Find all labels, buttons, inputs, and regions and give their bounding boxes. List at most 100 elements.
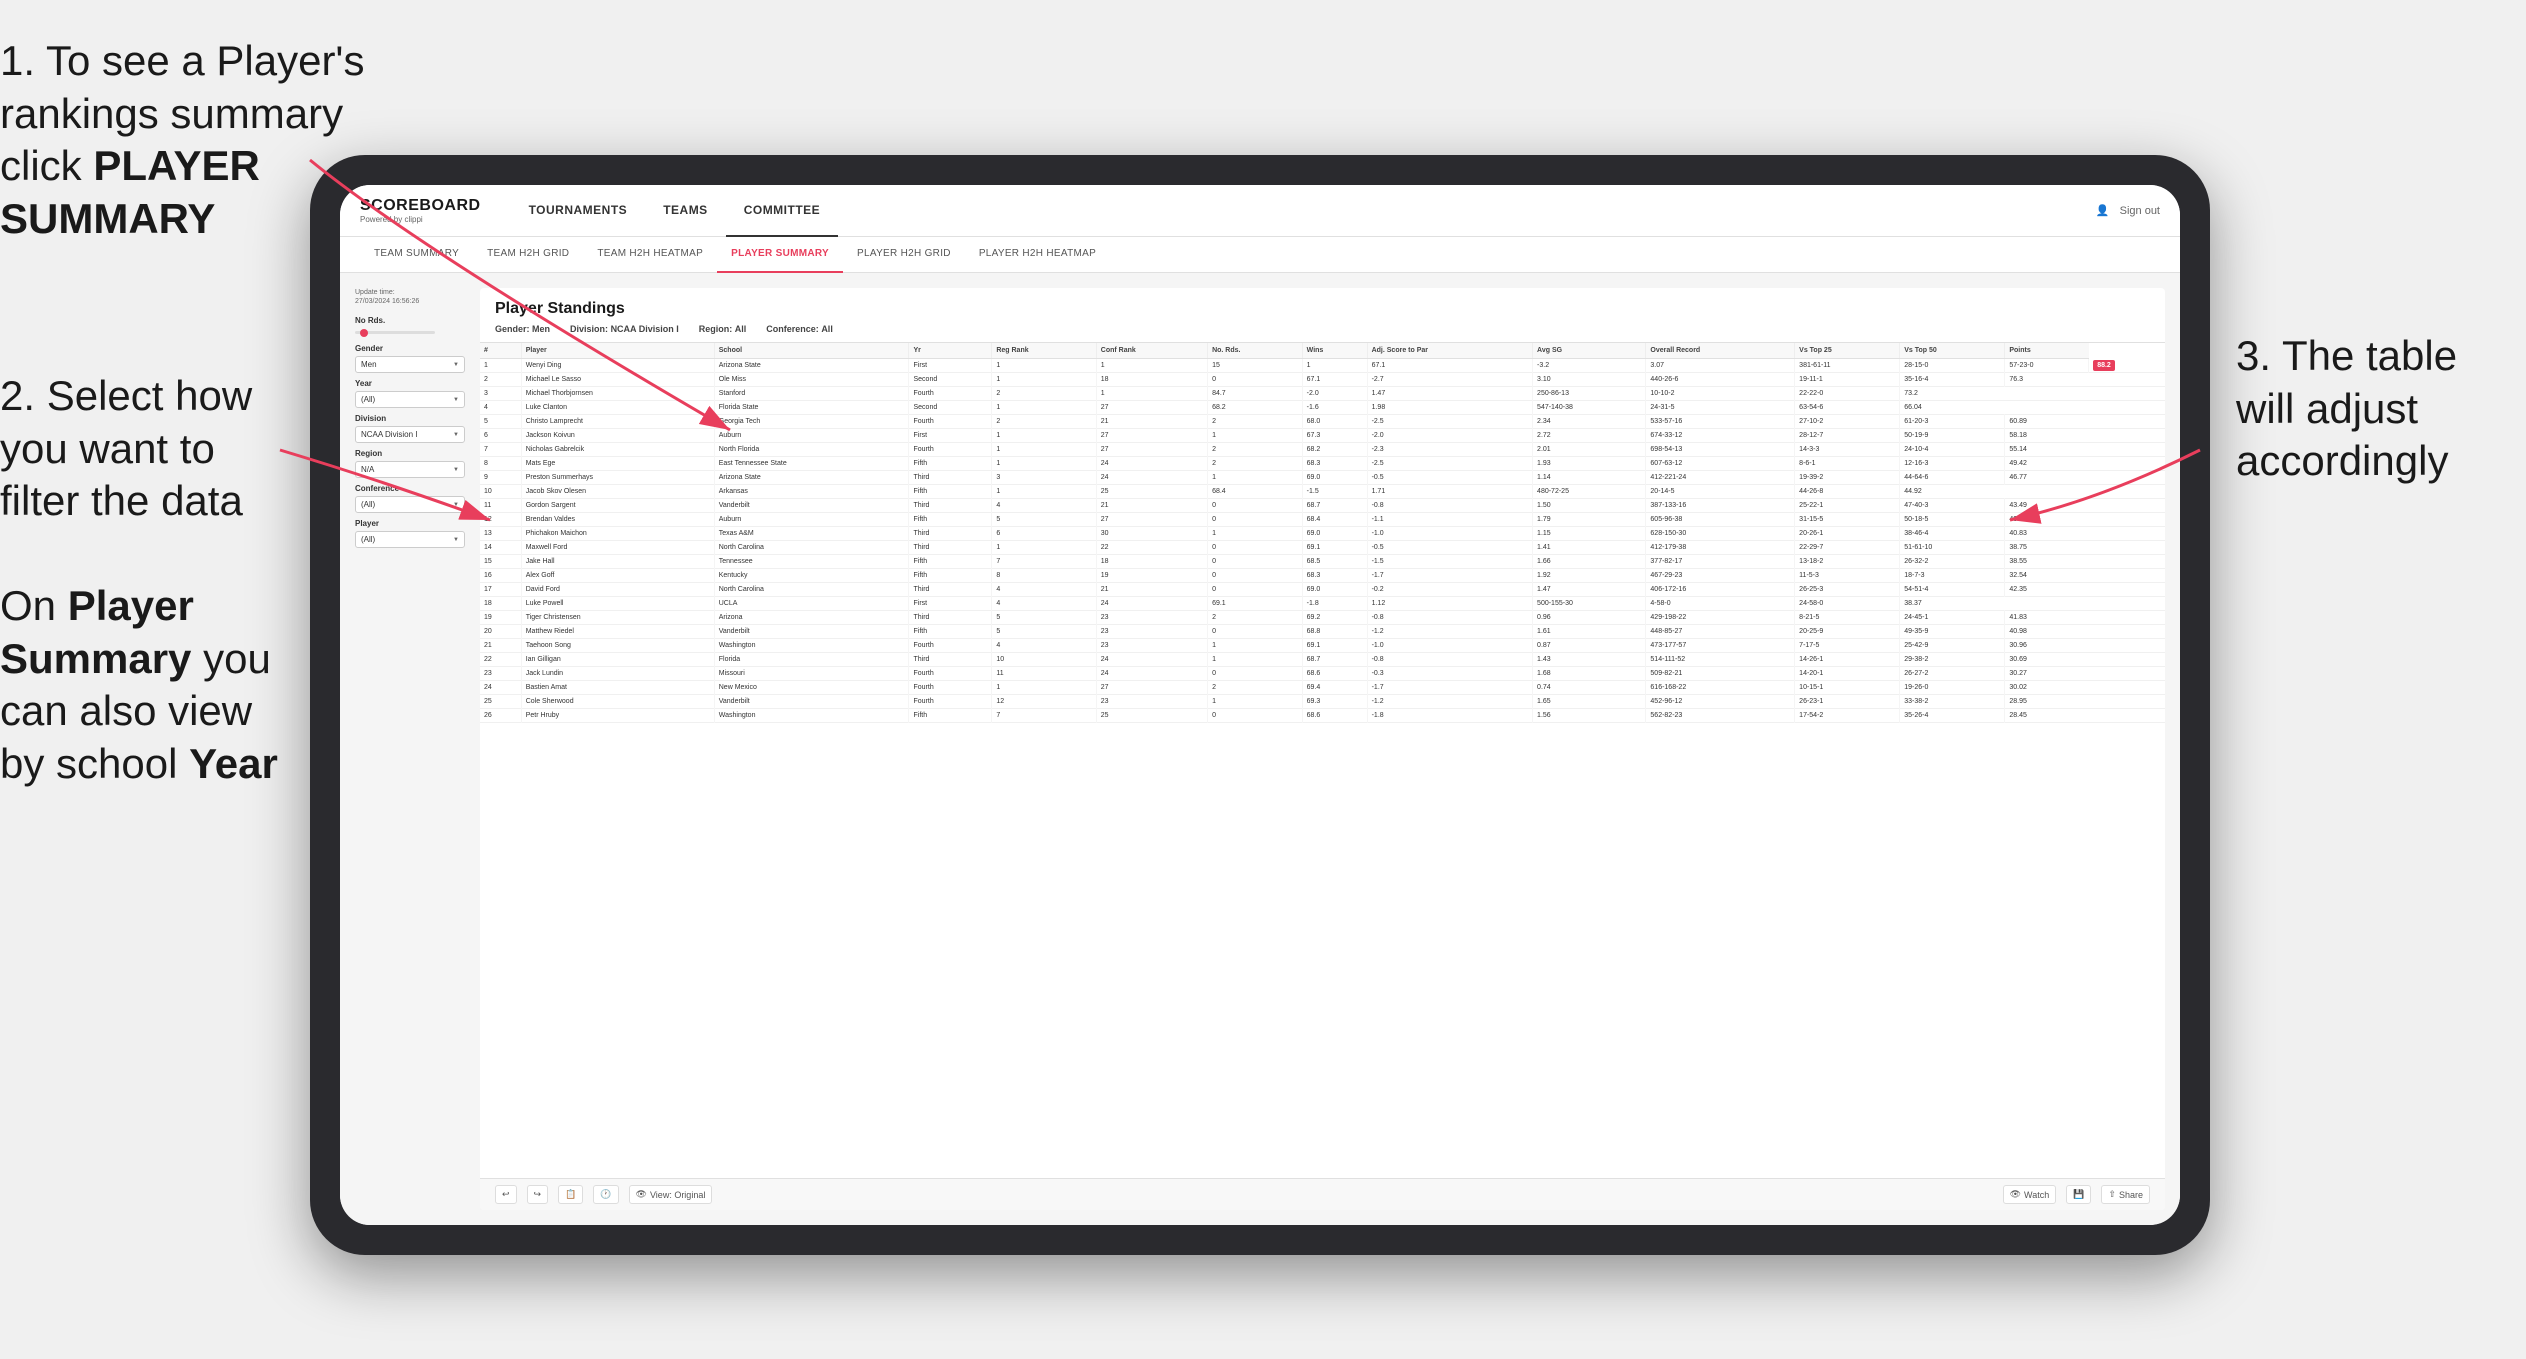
subnav-team-h2h-heatmap[interactable]: TEAM H2H HEATMAP	[583, 237, 717, 273]
table-cell: Fifth	[909, 569, 992, 583]
table-cell: Michael Thorbjornsen	[521, 387, 714, 401]
table-cell: Fourth	[909, 387, 992, 401]
table-row: 11Gordon SargentVanderbiltThird421068.7-…	[480, 499, 2165, 513]
table-cell: Vanderbilt	[714, 625, 909, 639]
table-cell: Luke Powell	[521, 597, 714, 611]
table-cell: Auburn	[714, 429, 909, 443]
table-cell: Missouri	[714, 667, 909, 681]
subnav-player-h2h-heatmap[interactable]: PLAYER H2H HEATMAP	[965, 237, 1110, 273]
share-icon: ⇧	[2108, 1189, 2116, 1200]
table-cell: 607-63-12	[1646, 457, 1795, 471]
table-cell: 68.3	[1302, 569, 1367, 583]
subnav-player-summary[interactable]: PLAYER SUMMARY	[717, 237, 843, 273]
undo-button[interactable]: ↩	[495, 1185, 517, 1204]
watch-button[interactable]: 👁 Watch	[2003, 1185, 2057, 1204]
table-cell: 7	[992, 709, 1096, 723]
nav-committee[interactable]: COMMITTEE	[726, 185, 839, 237]
table-cell: 22-29-7	[1795, 541, 1900, 555]
table-cell: 1	[1208, 527, 1303, 541]
conference-chip-value: All	[821, 324, 833, 334]
table-cell: 24	[1096, 597, 1207, 611]
table-cell: 3.10	[1533, 373, 1646, 387]
table-cell: 20-26-1	[1795, 527, 1900, 541]
nav-tournaments[interactable]: TOURNAMENTS	[511, 185, 646, 237]
table-cell: Georgia Tech	[714, 415, 909, 429]
table-cell: 29-38-2	[1900, 653, 2005, 667]
table-cell: 26-32-2	[1900, 555, 2005, 569]
subnav-player-h2h-grid[interactable]: PLAYER H2H GRID	[843, 237, 965, 273]
table-cell: -1.6	[1302, 401, 1367, 415]
table-filters-row: Gender: Men Division: NCAA Division I Re…	[495, 324, 2150, 334]
table-cell: 1.47	[1533, 583, 1646, 597]
table-cell: 429-198-22	[1646, 611, 1795, 625]
table-cell: Jackson Koivun	[521, 429, 714, 443]
table-cell: 18-7-3	[1900, 569, 2005, 583]
table-cell: 7	[992, 555, 1096, 569]
data-table: # Player School Yr Reg Rank Conf Rank No…	[480, 343, 2165, 1178]
table-cell: 14-3-3	[1795, 443, 1900, 457]
table-cell: 69.2	[1302, 611, 1367, 625]
table-cell: 22	[1096, 541, 1207, 555]
copy-button[interactable]: 📋	[558, 1185, 583, 1204]
table-cell: 1	[480, 359, 521, 373]
region-dropdown[interactable]: N/A ▼	[355, 461, 465, 478]
table-row: 20Matthew RiedelVanderbiltFifth523068.8-…	[480, 625, 2165, 639]
conference-chip-label: Conference:	[766, 324, 819, 334]
col-vs-top-25: Vs Top 25	[1795, 343, 1900, 359]
user-icon: 👤	[2096, 204, 2110, 217]
table-cell: 18	[1096, 373, 1207, 387]
table-cell: 40.83	[2005, 527, 2089, 541]
table-cell: 23	[480, 667, 521, 681]
gender-dropdown[interactable]: Men ▼	[355, 356, 465, 373]
col-avg-sg: Avg SG	[1533, 343, 1646, 359]
share-button[interactable]: ⇧ Share	[2101, 1185, 2150, 1204]
col-wins: Wins	[1302, 343, 1367, 359]
table-cell: 69.1	[1302, 639, 1367, 653]
redo-button[interactable]: ↪	[527, 1185, 549, 1204]
table-cell: Fifth	[909, 457, 992, 471]
table-cell: 1.14	[1533, 471, 1646, 485]
clock-button[interactable]: 🕐	[593, 1185, 618, 1204]
table-cell: 49-35-9	[1900, 625, 2005, 639]
table-cell: 13	[480, 527, 521, 541]
table-cell: 28.95	[2005, 695, 2089, 709]
app-logo: SCOREBOARD	[360, 197, 481, 215]
table-cell: 27-10-2	[1795, 415, 1900, 429]
table-cell: 25-22-1	[1795, 499, 1900, 513]
table-cell: 440-26-6	[1646, 373, 1795, 387]
export-button[interactable]: 💾	[2066, 1185, 2091, 1204]
nav-teams[interactable]: TEAMS	[645, 185, 726, 237]
subnav-team-h2h-grid[interactable]: TEAM H2H GRID	[473, 237, 583, 273]
conference-section: Conference (All) ▼	[355, 484, 465, 513]
sign-out-link[interactable]: Sign out	[2120, 205, 2160, 217]
table-row: 17David FordNorth CarolinaThird421069.0-…	[480, 583, 2165, 597]
subnav-team-summary[interactable]: TEAM SUMMARY	[360, 237, 473, 273]
table-cell: Texas A&M	[714, 527, 909, 541]
table-cell: Third	[909, 527, 992, 541]
table-cell: 1.56	[1533, 709, 1646, 723]
gender-section: Gender Men ▼	[355, 344, 465, 373]
year-dropdown[interactable]: (All) ▼	[355, 391, 465, 408]
table-cell: 30.02	[2005, 681, 2089, 695]
col-adj-score: Adj. Score to Par	[1367, 343, 1532, 359]
table-cell: 1	[1208, 471, 1303, 485]
table-cell: 11	[480, 499, 521, 513]
table-cell: 2	[992, 415, 1096, 429]
table-cell: 18	[480, 597, 521, 611]
conference-dropdown[interactable]: (All) ▼	[355, 496, 465, 513]
player-dropdown[interactable]: (All) ▼	[355, 531, 465, 548]
table-cell: 1	[992, 485, 1096, 499]
table-cell: 24	[1096, 667, 1207, 681]
table-cell: 19	[480, 611, 521, 625]
division-dropdown[interactable]: NCAA Division I ▼	[355, 426, 465, 443]
table-cell: 5	[992, 611, 1096, 625]
table-cell: Luke Clanton	[521, 401, 714, 415]
table-cell: -1.0	[1367, 639, 1532, 653]
table-cell: 69.4	[1302, 681, 1367, 695]
no-rds-slider[interactable]	[355, 331, 435, 334]
player-arrow-icon: ▼	[453, 537, 459, 543]
view-button[interactable]: 👁 View: Original	[629, 1185, 713, 1204]
table-cell: 67.1	[1302, 373, 1367, 387]
year-label: Year	[355, 379, 465, 388]
table-cell: 24-45-1	[1900, 611, 2005, 625]
